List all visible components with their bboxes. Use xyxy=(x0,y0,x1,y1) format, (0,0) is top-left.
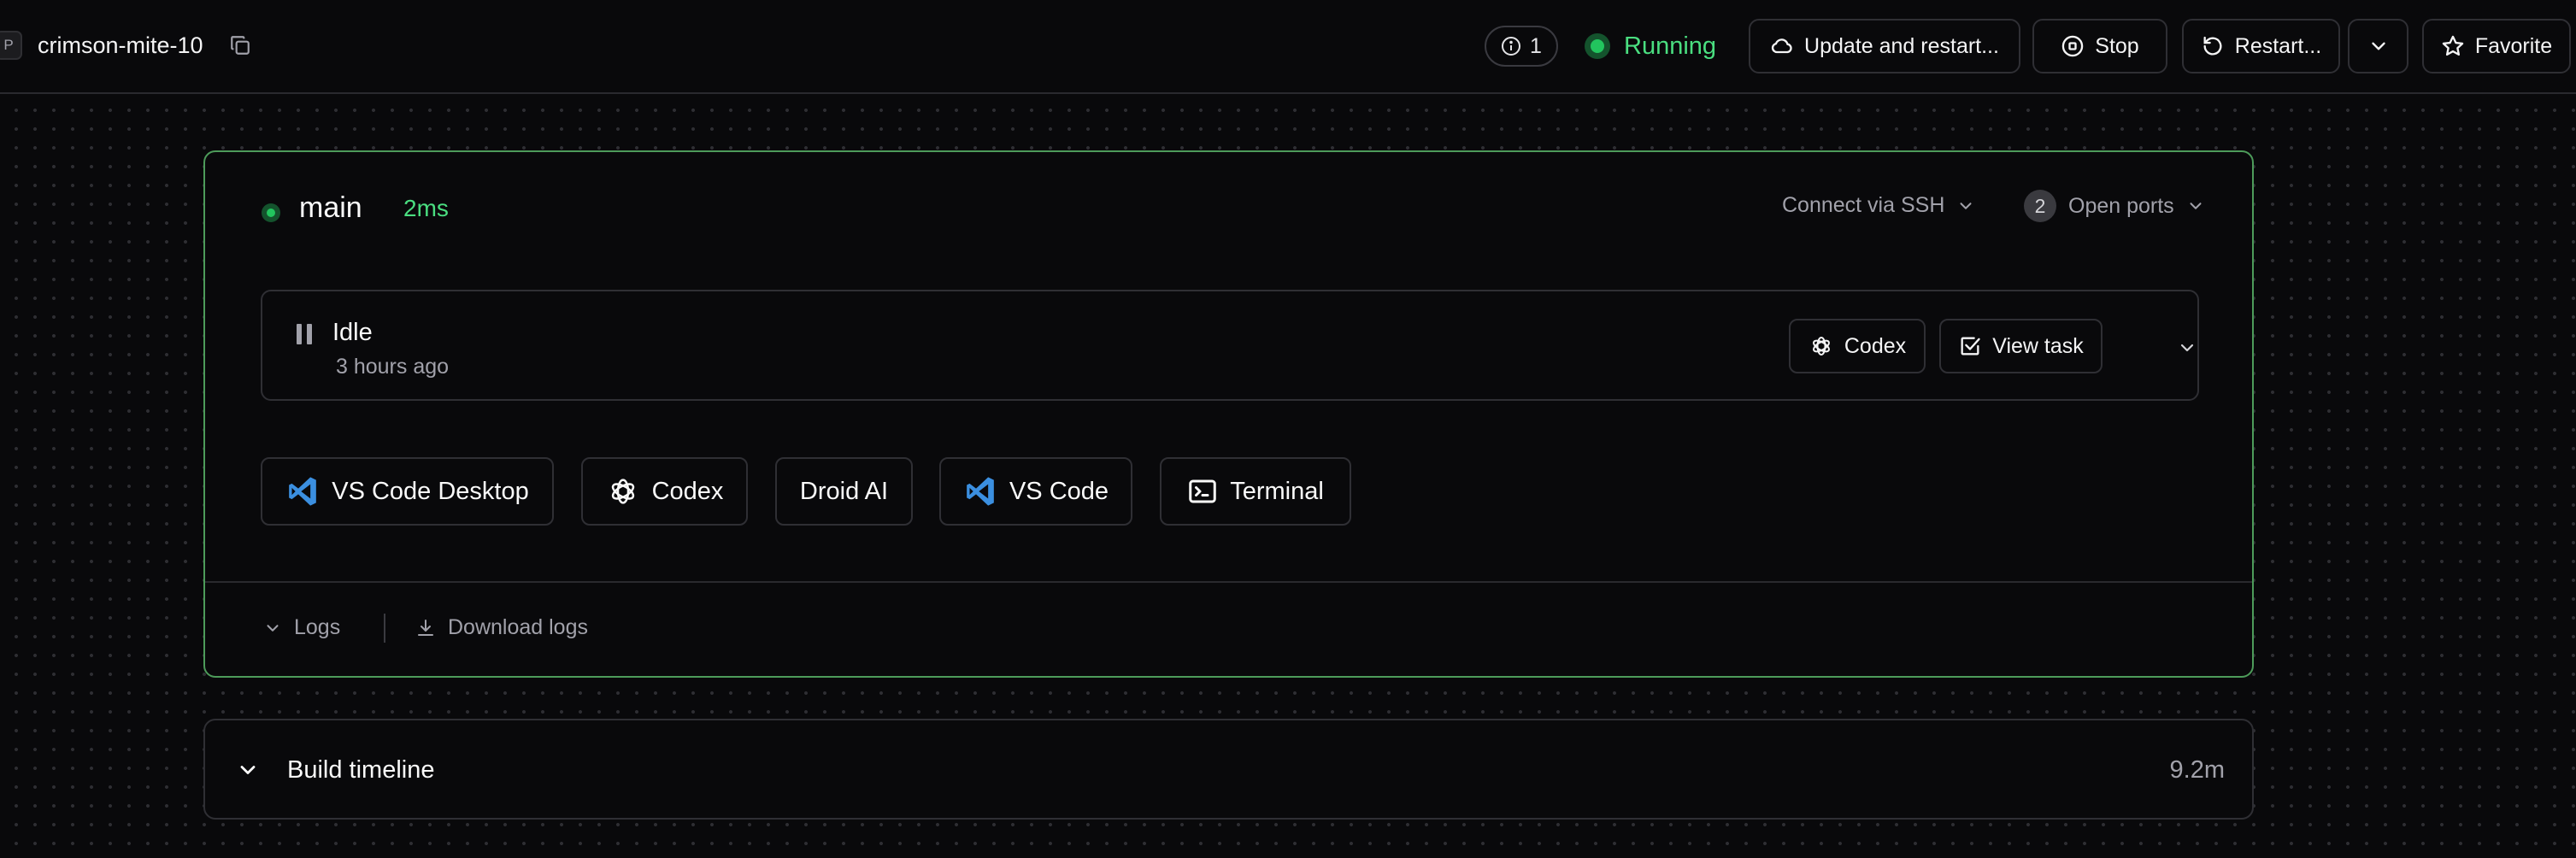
logs-separator xyxy=(384,614,385,643)
info-badge[interactable]: 1 xyxy=(1485,26,1558,67)
view-task-button[interactable]: View task xyxy=(1939,319,2103,373)
task-panel: Idle 3 hours ago Codex View task xyxy=(261,290,2199,401)
info-icon xyxy=(1502,37,1521,56)
pause-icon xyxy=(297,324,314,344)
agent-status-icon xyxy=(262,203,280,222)
checkbox-icon xyxy=(1961,337,1980,356)
star-icon xyxy=(2442,35,2464,56)
vscode-icon xyxy=(289,477,317,506)
chevron-down-icon xyxy=(1960,202,1972,209)
workspace-name: crimson-mite-10 xyxy=(38,32,203,58)
openai-icon xyxy=(1812,337,1830,356)
download-icon xyxy=(418,619,433,636)
stop-button[interactable]: Stop xyxy=(2032,19,2167,73)
top-bar: P crimson-mite-10 1 Running Update and r… xyxy=(0,0,2576,94)
open-ports-count: 2 xyxy=(2024,190,2056,222)
vscode-desktop-button[interactable]: VS Code Desktop xyxy=(261,457,554,526)
chevron-down-icon xyxy=(2180,344,2194,352)
connect-ssh-button[interactable]: Connect via SSH xyxy=(1782,193,1975,218)
task-status: Idle xyxy=(332,319,373,346)
task-expand-button[interactable] xyxy=(2175,336,2199,360)
restart-icon xyxy=(2203,36,2222,56)
restart-button[interactable]: Restart... xyxy=(2182,19,2340,73)
build-timeline-card[interactable]: Build timeline 9.2m xyxy=(203,719,2254,820)
droid-ai-button[interactable]: Droid AI xyxy=(775,457,913,526)
build-timeline-title: Build timeline xyxy=(287,756,435,784)
terminal-icon xyxy=(1189,479,1216,503)
codex-app-button[interactable]: Codex xyxy=(581,457,748,526)
chevron-down-icon xyxy=(236,758,260,782)
task-codex-button[interactable]: Codex xyxy=(1789,319,1926,373)
update-restart-button[interactable]: Update and restart... xyxy=(1749,19,2020,73)
vscode-button[interactable]: VS Code xyxy=(939,457,1132,526)
terminal-button[interactable]: Terminal xyxy=(1160,457,1351,526)
running-status: Running xyxy=(1585,27,1716,65)
more-actions-button[interactable] xyxy=(2348,19,2408,73)
vscode-icon xyxy=(967,477,994,506)
openai-icon xyxy=(611,479,634,504)
build-timeline-duration: 9.2m xyxy=(2169,756,2225,784)
stop-icon xyxy=(2062,35,2084,57)
favorite-button[interactable]: Favorite xyxy=(2422,19,2571,73)
agent-latency: 2ms xyxy=(403,195,449,221)
agent-name: main xyxy=(299,191,362,224)
download-logs-button[interactable]: Download logs xyxy=(415,615,588,640)
open-ports-button[interactable]: 2 Open ports xyxy=(2024,190,2205,222)
chevron-down-icon xyxy=(2190,203,2202,209)
status-dot-icon xyxy=(1585,33,1610,59)
info-count: 1 xyxy=(1530,33,1542,58)
logs-toggle[interactable]: Logs xyxy=(263,615,340,640)
chevron-down-icon xyxy=(267,624,279,632)
workspace-avatar: P xyxy=(0,31,22,60)
chevron-down-icon xyxy=(2371,42,2385,50)
copy-icon[interactable] xyxy=(227,32,253,58)
cloud-icon xyxy=(1771,38,1792,54)
status-label: Running xyxy=(1624,32,1717,60)
task-time: 3 hours ago xyxy=(336,355,450,379)
agent-card: main 2ms Connect via SSH 2 Open ports Id… xyxy=(203,150,2254,678)
card-divider xyxy=(205,581,2252,583)
